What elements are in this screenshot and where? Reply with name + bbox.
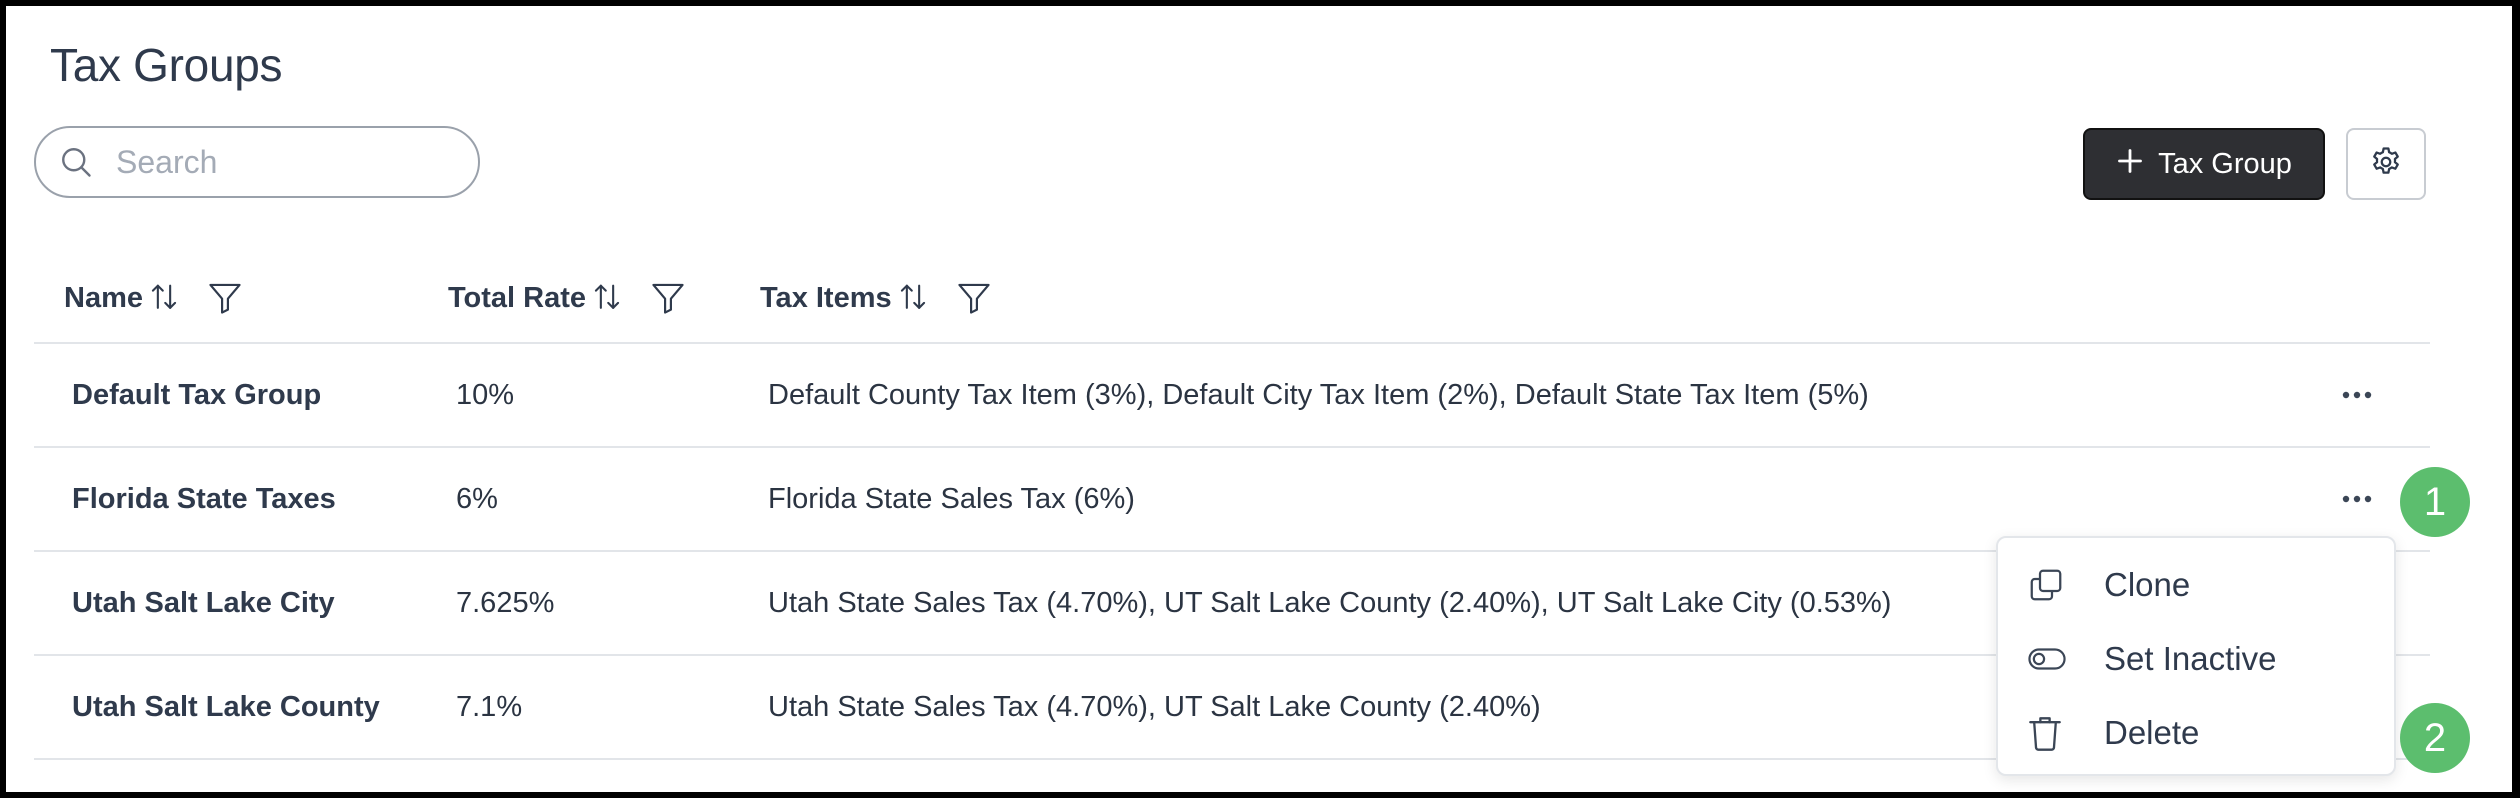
- tax-items: Default County Tax Item (3%), Default Ci…: [768, 378, 1869, 411]
- column-header-tax-items[interactable]: Tax Items: [760, 252, 992, 344]
- toggle-icon: [2028, 647, 2066, 671]
- tax-group-name: Default Tax Group: [72, 378, 322, 411]
- tax-items: Florida State Sales Tax (6%): [768, 482, 1135, 515]
- column-header-label: Name: [64, 281, 143, 314]
- filter-icon[interactable]: [207, 282, 243, 314]
- menu-item-set-inactive[interactable]: Set Inactive: [1998, 622, 2394, 696]
- table-row[interactable]: Default Tax Group 10% Default County Tax…: [34, 344, 2430, 448]
- settings-button[interactable]: [2346, 128, 2426, 200]
- total-rate: 7.1%: [456, 690, 523, 723]
- callout-badge-1: 1: [2400, 467, 2470, 537]
- column-header-label: Total Rate: [448, 281, 587, 314]
- filter-icon[interactable]: [650, 282, 686, 314]
- menu-item-clone[interactable]: Clone: [1998, 548, 2394, 622]
- sort-icon[interactable]: [592, 282, 622, 314]
- search-input[interactable]: [114, 142, 438, 182]
- plus-icon: [2116, 142, 2144, 182]
- ellipsis-icon: [2342, 391, 2372, 399]
- column-header-label: Tax Items: [760, 281, 892, 314]
- row-actions-menu: Clone Set Inactive Delete: [1996, 536, 2396, 776]
- tax-group-name: Utah Salt Lake City: [72, 586, 335, 619]
- tax-items: Utah State Sales Tax (4.70%), UT Salt La…: [768, 586, 1892, 619]
- tax-group-name: Florida State Taxes: [72, 482, 336, 515]
- total-rate: 6%: [456, 482, 498, 515]
- ellipsis-icon: [2342, 495, 2372, 503]
- more-actions-button[interactable]: [2340, 448, 2374, 550]
- menu-item-label: Delete: [2104, 714, 2200, 751]
- menu-item-label: Clone: [2104, 566, 2191, 603]
- total-rate: 10%: [456, 378, 515, 411]
- add-tax-group-button[interactable]: Tax Group: [2083, 128, 2325, 200]
- sort-icon[interactable]: [149, 282, 179, 314]
- add-tax-group-label: Tax Group: [2158, 147, 2292, 180]
- page-title: Tax Groups: [50, 39, 283, 91]
- more-actions-button[interactable]: [2340, 344, 2374, 446]
- tax-groups-page: Tax Groups Tax Group Name: [6, 6, 2512, 792]
- table-header: Name Total Rate Tax Items: [34, 252, 2430, 344]
- search-icon: [58, 143, 96, 181]
- filter-icon[interactable]: [956, 282, 992, 314]
- callout-badge-2: 2: [2400, 703, 2470, 773]
- column-header-total-rate[interactable]: Total Rate: [448, 252, 686, 344]
- menu-item-label: Set Inactive: [2104, 640, 2277, 677]
- gear-icon: [2369, 145, 2403, 184]
- tax-group-name: Utah Salt Lake County: [72, 690, 380, 723]
- tax-items: Utah State Sales Tax (4.70%), UT Salt La…: [768, 690, 1541, 723]
- total-rate: 7.625%: [456, 586, 555, 619]
- clone-icon: [2028, 567, 2064, 603]
- search-box[interactable]: [34, 126, 480, 198]
- trash-icon: [2028, 714, 2062, 752]
- column-header-name[interactable]: Name: [64, 252, 243, 344]
- menu-item-delete[interactable]: Delete: [1998, 696, 2394, 770]
- sort-icon[interactable]: [898, 282, 928, 314]
